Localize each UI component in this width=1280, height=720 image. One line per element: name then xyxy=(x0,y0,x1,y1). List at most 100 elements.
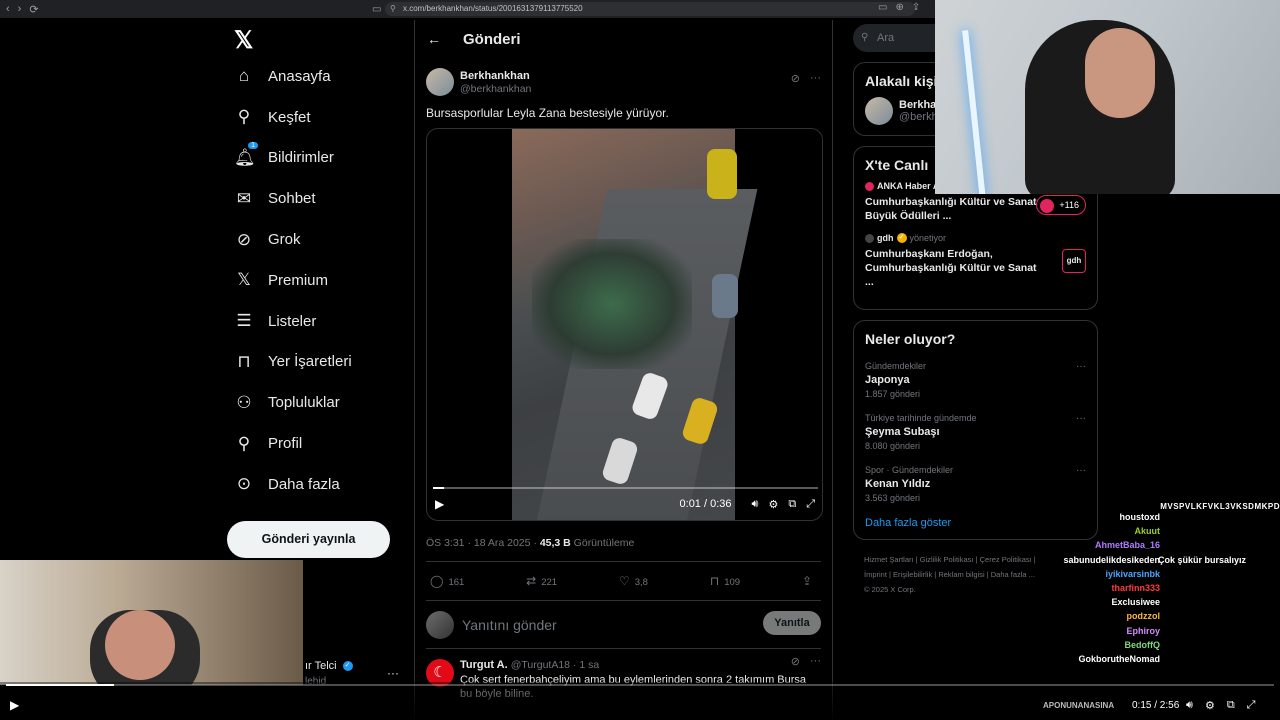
share-action[interactable]: ⇪ xyxy=(802,574,817,588)
x-premium-icon: 𝕏 xyxy=(237,270,251,290)
tweet-header: Berkhankhan @berkhankhan ⊘ ··· xyxy=(426,66,821,98)
crowd-image xyxy=(532,239,692,369)
address-bar[interactable]: ⚲ x.com/berkhankhan/status/2001631379113… xyxy=(385,2,915,16)
chat-username[interactable]: tharfinn333 xyxy=(1111,583,1160,593)
trend-item[interactable]: Spor · Gündemdekiler Kenan Yıldız 3.563 … xyxy=(865,465,1086,503)
more-dots-icon[interactable]: ··· xyxy=(810,72,821,85)
avatar xyxy=(426,610,454,639)
chat-username[interactable]: Akuut xyxy=(1135,526,1161,536)
site-info-icon[interactable]: ⚲ xyxy=(390,2,396,16)
video-player[interactable]: ▶ 0:01 / 0:36 🔊︎ ⚙ ⧉ ⤢ xyxy=(426,128,823,521)
more-dots-icon[interactable]: ··· xyxy=(1076,465,1086,476)
grok-icon[interactable]: ⊘ xyxy=(791,72,800,85)
live-item[interactable]: gdh ✓ yönetiyor Cumhurbaşkanı Erdoğan, C… xyxy=(865,233,1086,289)
chat-username[interactable]: Exclusiwee xyxy=(1111,597,1160,607)
back-arrow-icon[interactable]: ← xyxy=(427,31,441,47)
account-switcher[interactable]: ır Telci ✓ lehid xyxy=(305,660,353,687)
chat-username[interactable]: Ephiroy xyxy=(1126,626,1160,636)
chat-message: AhmetBaba_16 xyxy=(1040,538,1280,552)
reload-icon[interactable]: ⟳ xyxy=(29,3,38,16)
fullscreen-icon[interactable]: ⤢ xyxy=(806,498,815,511)
footer-link[interactable]: İmprint xyxy=(864,570,887,579)
chat-username[interactable]: houstoxd xyxy=(1120,512,1161,522)
sidebar-item-notifications[interactable]: 🔔︎ 1 Bildirimler xyxy=(226,138,406,179)
search-placeholder: Ara xyxy=(877,32,895,44)
author-name[interactable]: Berkhankhan xyxy=(460,70,531,82)
more-dots-icon[interactable]: ··· xyxy=(1076,361,1086,372)
footer-link[interactable]: Erişilebilirlik xyxy=(893,570,932,579)
bookmark-action[interactable]: ⊓ 109 xyxy=(710,574,740,588)
video-progress-bar[interactable] xyxy=(433,487,818,489)
fullscreen-icon[interactable]: ⤢ xyxy=(1247,699,1256,712)
sidebar-item-communities[interactable]: ⚇ Topluluklar xyxy=(226,382,406,423)
settings-gear-icon[interactable]: ⚙ xyxy=(768,498,778,511)
stream-progress-bar[interactable] xyxy=(6,684,1274,686)
pip-icon[interactable]: ⧉ xyxy=(788,498,796,511)
volume-icon[interactable]: 🔊︎ xyxy=(752,498,759,511)
home-icon: ⌂ xyxy=(238,66,250,86)
views-count: 45,3 B xyxy=(539,537,571,549)
play-icon[interactable]: ▶ xyxy=(10,698,19,712)
sidebar-item-label: Grok xyxy=(268,231,301,249)
chat-username[interactable]: podzzol xyxy=(1127,611,1161,621)
sidebar-item-premium[interactable]: 𝕏 Premium xyxy=(226,260,406,301)
pip-icon[interactable]: ⧉ xyxy=(1227,699,1235,712)
reply-action[interactable]: ◯ 161 xyxy=(430,574,464,588)
trend-item[interactable]: Gündemdekiler Japonya 1.857 gönderi ··· xyxy=(865,361,1086,399)
reply-input[interactable]: Yanıtını gönder xyxy=(462,617,557,633)
repost-action[interactable]: ⇄ 221 xyxy=(526,574,557,588)
trend-item[interactable]: Türkiye tarihinde gündemde Şeyma Subaşı … xyxy=(865,413,1086,451)
reply-author-name[interactable]: Turgut A. xyxy=(460,659,508,671)
more-dots-icon[interactable]: ··· xyxy=(1076,413,1086,424)
footer-link[interactable]: Daha fazla ... xyxy=(991,570,1035,579)
volume-icon[interactable]: 🔊︎ xyxy=(1186,699,1193,712)
trend-count: 1.857 gönderi xyxy=(865,389,921,399)
sidebar-item-home[interactable]: ⌂ Anasayfa xyxy=(226,56,406,97)
bookmark-page-icon[interactable]: ▭ xyxy=(372,4,381,15)
reply-button[interactable]: Yanıtla xyxy=(763,611,821,635)
more-dots-icon[interactable]: ··· xyxy=(810,655,821,668)
tweet-timestamp[interactable]: ÖS 3:31 · 18 Ara 2025 · xyxy=(426,537,540,549)
chat-username[interactable]: sabunudelikdesikeden xyxy=(1063,555,1160,565)
chat-username[interactable]: BedoffQ xyxy=(1125,640,1161,650)
sidebar-item-explore[interactable]: ⚲ Keşfet xyxy=(226,97,406,138)
share-icon[interactable]: ⇪ xyxy=(912,2,920,13)
zoom-icon[interactable]: ⊕ xyxy=(895,2,903,13)
source-role: yönetiyor xyxy=(909,233,947,243)
back-arrow-icon[interactable]: ‹ xyxy=(6,3,10,16)
sidebar-item-label: Daha fazla xyxy=(268,475,340,493)
sidebar-item-profile[interactable]: ⚲ Profil xyxy=(226,423,406,464)
sidebar-item-messages[interactable]: ✉ Sohbet xyxy=(226,178,406,219)
chat-username[interactable]: GokborutheNomad xyxy=(1078,654,1160,664)
sidebar-item-lists[interactable]: ☰ Listeler xyxy=(226,301,406,342)
post-button[interactable]: Gönderi yayınla xyxy=(227,521,390,558)
chat-username[interactable]: iyikivarsinbk xyxy=(1105,569,1160,579)
bookmark-icon: ⊓ xyxy=(709,574,720,588)
footer-link[interactable]: Reklam bilgisi xyxy=(938,570,984,579)
sidebar-item-more[interactable]: ⊙ Daha fazla xyxy=(226,464,406,505)
settings-gear-icon[interactable]: ⚙ xyxy=(1205,699,1215,712)
chat-username[interactable]: AhmetBaba_16 xyxy=(1095,540,1160,550)
left-sidebar: 𝕏 ⌂ Anasayfa ⚲ Keşfet 🔔︎ 1 Bildirimler ✉ … xyxy=(226,26,406,505)
sidebar-item-grok[interactable]: ⊘ Grok xyxy=(226,219,406,260)
x-logo-icon[interactable]: 𝕏 xyxy=(234,26,406,56)
avatar[interactable] xyxy=(426,68,454,96)
grok-icon[interactable]: ⊘ xyxy=(791,655,800,668)
footer-link[interactable]: Çerez Politikası xyxy=(980,555,1032,564)
led-light-image xyxy=(962,30,986,194)
forward-arrow-icon[interactable]: › xyxy=(18,3,22,16)
sidebar-item-bookmarks[interactable]: ⊓ Yer İşaretleri xyxy=(226,342,406,383)
like-action[interactable]: ♡ 3,8 xyxy=(619,574,648,588)
play-icon[interactable]: ▶ xyxy=(435,497,444,511)
author-handle[interactable]: @berkhankhan xyxy=(460,83,531,95)
footer-link[interactable]: Hizmet Şartları xyxy=(864,555,914,564)
tweet: Berkhankhan @berkhankhan ⊘ ··· Bursaspor… xyxy=(415,58,832,701)
more-circle-icon: ⊙ xyxy=(236,474,252,494)
footer-link[interactable]: Gizlilik Politikası xyxy=(920,555,974,564)
reply-bubble-icon: ◯ xyxy=(430,574,444,588)
screen-icon[interactable]: ▭ xyxy=(878,2,887,13)
source-avatar xyxy=(865,181,874,191)
trend-context: Türkiye tarihinde gündemde xyxy=(865,413,977,423)
more-dots-icon[interactable]: ··· xyxy=(387,666,399,680)
live-source: gdh ✓ yönetiyor xyxy=(865,233,1086,243)
